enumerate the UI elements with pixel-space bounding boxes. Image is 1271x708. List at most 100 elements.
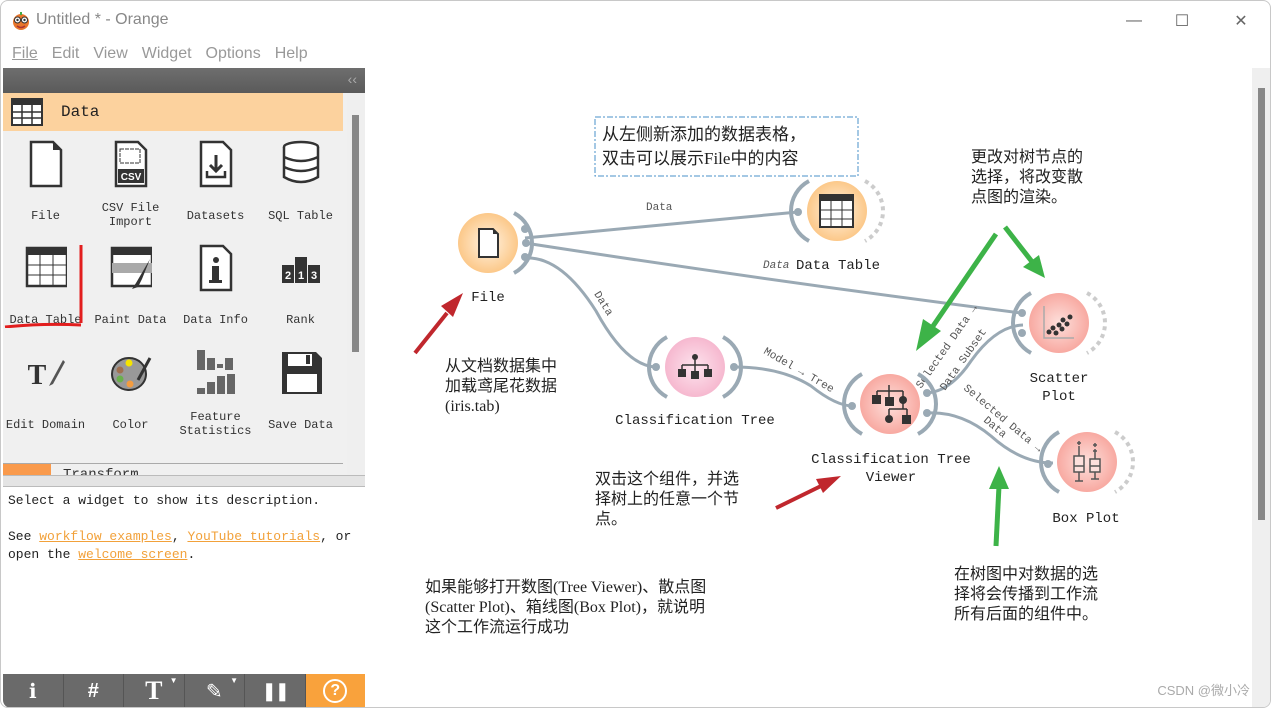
note-file[interactable]: 从文档数据集中 加载鸢尾花数据 (iris.tab) — [445, 357, 557, 417]
tool-save-data[interactable]: Save Data — [258, 348, 343, 448]
youtube-tutorials-link[interactable]: YouTube tutorials — [187, 529, 320, 544]
info-icon: ℹ — [28, 680, 37, 703]
node-label-file: File — [471, 290, 505, 306]
pause-button[interactable]: ❚❚ — [245, 674, 306, 707]
note-viewer[interactable]: 双击这个组件，并选 择树上的任意一个节 点。 — [595, 470, 739, 530]
tool-csv-file-import[interactable]: CSV CSV File Import — [88, 139, 173, 239]
tool-color[interactable]: Color — [88, 348, 173, 448]
tool-label: CSV File Import — [101, 201, 160, 229]
tool-label: Color — [112, 418, 149, 432]
note-line: 点图的渲染。 — [971, 189, 1068, 206]
note-line: 从左侧新添加的数据表格， — [602, 125, 806, 144]
paint-icon — [110, 246, 152, 289]
file-icon — [29, 140, 63, 188]
note-line: 双击这个组件，并选 — [595, 471, 740, 488]
tool-paint-data[interactable]: Paint Data — [88, 243, 173, 343]
tool-label: Datasets — [186, 209, 245, 223]
bars-icon — [197, 350, 235, 394]
toolbox-scroll-thumb[interactable] — [352, 115, 359, 352]
red-highlight-mark — [4, 245, 83, 328]
description-text: . — [187, 547, 196, 562]
note-line: 选择，将改变散 — [971, 169, 1084, 186]
tool-sql-table[interactable]: SQL Table — [258, 139, 343, 239]
description-text: Select a widget to show its description. — [8, 493, 321, 508]
collapse-panel-button[interactable]: ‹‹ — [348, 71, 357, 87]
close-button[interactable]: ✕ — [1218, 7, 1264, 35]
svg-text:CSV: CSV — [121, 172, 142, 183]
description-text: open the — [8, 547, 79, 562]
tool-rank[interactable]: 213 Rank — [258, 243, 343, 343]
menu-bar: File Edit View Widget Options Help — [1, 41, 1270, 67]
note-line: 择树上的任意一个节 — [595, 491, 740, 508]
tool-feature-statistics[interactable]: Feature Statistics — [173, 348, 258, 448]
note-line: 如果能够打开数图(Tree Viewer)、散点图 — [425, 579, 707, 596]
note-line: 双击可以展示File中的内容 — [602, 149, 799, 168]
note-success[interactable]: 如果能够打开数图(Tree Viewer)、散点图 (Scatter Plot)… — [425, 578, 706, 638]
menu-widget[interactable]: Widget — [142, 45, 192, 63]
description-text: , — [171, 529, 188, 544]
transform-icon — [3, 464, 51, 475]
toolbox-scrollbar[interactable] — [347, 93, 365, 475]
close-icon: ✕ — [1234, 13, 1248, 30]
workflow-examples-link[interactable]: workflow examples — [39, 529, 172, 544]
note-propagate[interactable]: 在树图中对数据的选 择将会传播到工作流 所有后面的组件中。 — [954, 565, 1098, 625]
download-icon — [199, 140, 233, 188]
tool-label: File — [31, 209, 60, 223]
menu-file[interactable]: File — [12, 45, 38, 63]
pen-icon: ✎ — [205, 680, 223, 703]
welcome-screen-link[interactable]: welcome screen — [78, 547, 187, 562]
note-line: 更改对树节点的 — [971, 149, 1084, 166]
category-label: Data — [61, 103, 100, 121]
title-bar: Untitled * - Orange — ☐ ✕ — [1, 1, 1270, 41]
watermark: CSDN @微小冷 — [1157, 683, 1250, 698]
grid-button[interactable]: # — [64, 674, 124, 707]
menu-view[interactable]: View — [93, 45, 127, 63]
node-label-classification-tree: Classification Tree — [615, 413, 775, 429]
canvas-toolbar: ℹ # T ▼ ✎ ▼ ❚❚ ? — [3, 674, 365, 707]
maximize-button[interactable]: ☐ — [1159, 7, 1205, 35]
minimize-button[interactable]: — — [1111, 7, 1157, 35]
canvas-scrollbar[interactable] — [1252, 68, 1270, 707]
note-line: 这个工作流运行成功 — [425, 619, 570, 636]
tool-datasets[interactable]: Datasets — [173, 139, 258, 239]
orange-window: Untitled * - Orange — ☐ ✕ File Edit View… — [0, 0, 1271, 708]
node-label-data-table: Data Table — [795, 258, 880, 274]
dropdown-icon: ▼ — [230, 676, 238, 685]
menu-edit[interactable]: Edit — [52, 45, 80, 63]
orange-logo-icon — [13, 12, 29, 30]
menu-options[interactable]: Options — [206, 45, 261, 63]
tool-data-info[interactable]: Data Info — [173, 243, 258, 343]
info-button[interactable]: ℹ — [3, 674, 64, 707]
maximize-icon: ☐ — [1174, 13, 1190, 30]
help-icon: ? — [323, 679, 348, 703]
note-scatter[interactable]: 更改对树节点的 选择，将改变散 点图的渲染。 — [971, 148, 1083, 208]
pause-icon: ❚❚ — [261, 680, 290, 701]
menu-help[interactable]: Help — [275, 45, 308, 63]
tool-edit-domain[interactable]: T Edit Domain — [3, 348, 88, 448]
dropdown-icon: ▼ — [169, 676, 178, 685]
tool-label: Data Info — [183, 313, 248, 327]
category-data[interactable]: Data — [3, 93, 343, 131]
widget-panel-header: ‹‹ — [3, 68, 365, 93]
text-icon: T — [145, 676, 163, 705]
note-data-table[interactable]: 从左侧新添加的数据表格， 双击可以展示File中的内容 — [602, 123, 806, 171]
panel-splitter[interactable] — [3, 475, 365, 487]
category-transform[interactable]: Transform — [3, 463, 343, 475]
help-button[interactable]: ? — [305, 674, 365, 707]
tool-file[interactable]: File — [3, 139, 88, 239]
node-label-scatter-plot: Scatter Plot — [1029, 371, 1089, 405]
category-label: Transform — [63, 467, 139, 475]
csv-icon: CSV — [114, 140, 148, 188]
svg-text:2: 2 — [285, 270, 291, 282]
widget-description: Select a widget to show its description.… — [3, 487, 365, 674]
note-line: (iris.tab) — [445, 398, 500, 415]
database-icon — [282, 140, 320, 184]
canvas-scroll-thumb[interactable] — [1258, 88, 1265, 520]
edit-domain-icon: T — [28, 360, 65, 391]
svg-text:T: T — [28, 360, 47, 391]
note-line: 在树图中对数据的选 — [954, 566, 1099, 583]
arrow-annotation-button[interactable]: ✎ ▼ — [185, 674, 245, 707]
grid-icon: # — [87, 679, 99, 702]
description-text: See — [8, 529, 40, 544]
text-annotation-button[interactable]: T ▼ — [124, 674, 185, 707]
